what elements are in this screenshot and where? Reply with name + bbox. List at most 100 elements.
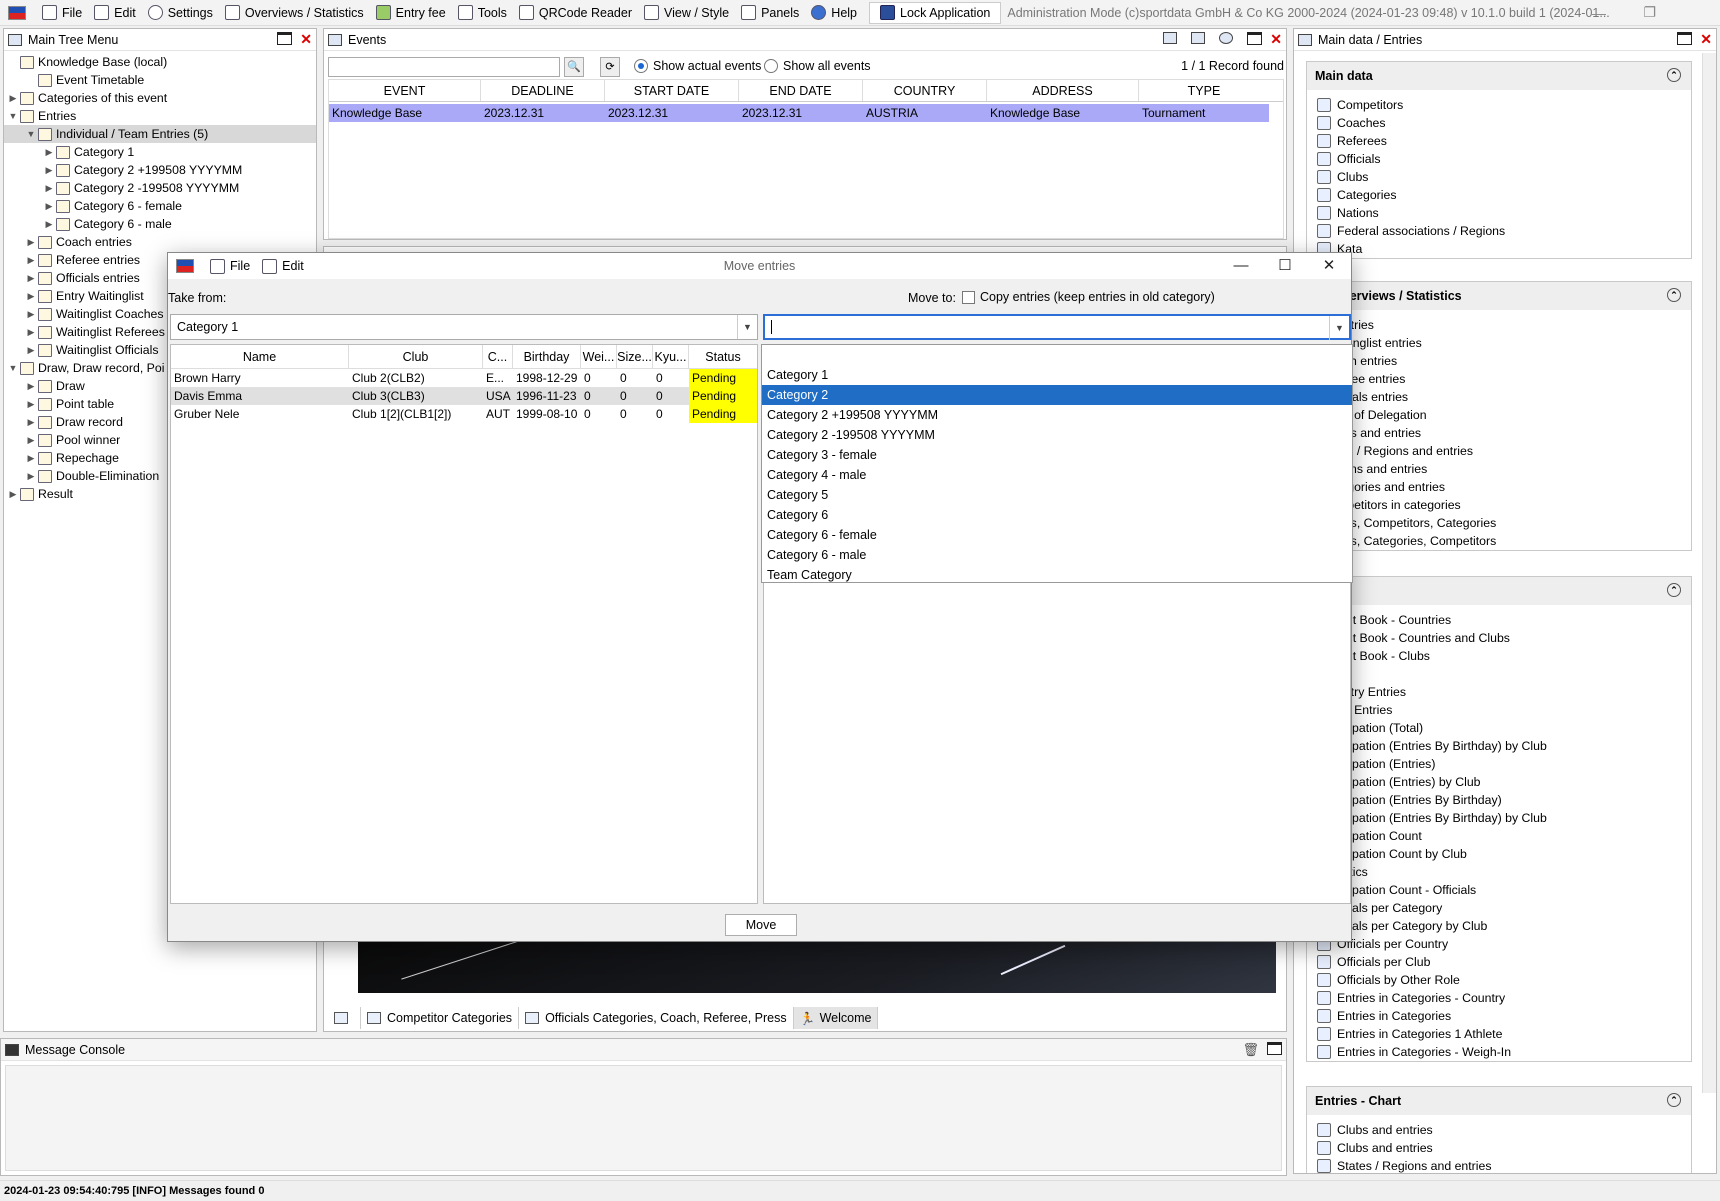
expand-right-icon[interactable]: ▶ [24,435,38,446]
section-item[interactable]: Kata [1317,240,1691,258]
section-item[interactable]: Coaches [1317,114,1691,132]
section-item[interactable]: States / Regions and entries [1317,1157,1691,1173]
take-from-select[interactable]: Category 1 ▼ [170,314,758,340]
expand-right-icon[interactable]: ▶ [24,345,38,356]
tree-item[interactable]: ▶ Category 1 [4,143,316,161]
dropdown-option[interactable]: Team Category [762,565,1352,585]
section-item[interactable]: untry Entries [1317,683,1691,701]
section-item[interactable]: Referees [1317,132,1691,150]
expand-right-icon[interactable]: ▶ [24,309,38,320]
table-row[interactable]: Davis Emma Club 3(CLB3) USA 1996-11-23 0 0 0 Pe… [171,387,757,405]
menu-entry-fee[interactable]: Entry fee [370,1,452,25]
section-item[interactable]: Entries in Categories [1317,1007,1691,1025]
dialog-close-icon[interactable]: ✕ [1307,253,1351,279]
section-item[interactable]: Nations [1317,204,1691,222]
section-item[interactable]: Competitors [1317,96,1691,114]
section-item[interactable]: sult Book - Countries [1317,611,1691,629]
col-kyu[interactable]: Kyu... [653,345,689,368]
col-name[interactable]: Name [171,345,349,368]
expand-right-icon[interactable]: ▶ [24,453,38,464]
col-address[interactable]: ADDRESS [987,80,1139,101]
move-button[interactable]: Move [725,914,797,936]
expand-right-icon[interactable]: ▶ [24,273,38,284]
tab-welcome[interactable]: 🏃 Welcome [793,1007,879,1029]
expand-right-icon[interactable]: ▶ [42,183,56,194]
search-icon[interactable]: 🔍 [564,57,584,77]
expand-right-icon[interactable]: ▶ [24,381,38,392]
section-item[interactable]: ticipation (Entries) [1317,755,1691,773]
col-size[interactable]: Size... [617,345,653,368]
section-item[interactable]: Officials [1317,150,1691,168]
dropdown-option[interactable]: Category 6 - male [762,545,1352,565]
chevron-down-icon[interactable]: ▼ [1329,316,1349,340]
section-item[interactable]: ub Entries [1317,701,1691,719]
dialog-minimize-icon[interactable]: — [1219,253,1263,279]
expand-right-icon[interactable]: ▶ [24,327,38,338]
maximize-panel-icon[interactable] [277,32,293,45]
expand-down-icon[interactable]: ▼ [6,363,20,373]
expand-right-icon[interactable]: ▶ [24,291,38,302]
expand-right-icon[interactable]: ▶ [42,219,56,230]
section-item[interactable]: ticipation (Entries By Birthday) by Club [1317,809,1691,827]
col-country[interactable]: C... [483,345,513,368]
section-header[interactable]: ts⌃ [1307,577,1691,605]
tree-item[interactable]: Knowledge Base (local) [4,53,316,71]
section-item[interactable]: tions and entries [1317,460,1691,478]
expand-right-icon[interactable]: ▶ [6,489,20,500]
dropdown-option[interactable]: Category 6 [762,505,1352,525]
menu-file[interactable]: File [36,1,88,25]
col-weight[interactable]: Wei... [581,345,617,368]
expand-right-icon[interactable]: ▶ [6,93,20,104]
section-header[interactable]: s - Overviews / Statistics ⌃ [1307,282,1691,310]
section-item[interactable]: Officials by Other Role [1317,971,1691,989]
tree-item[interactable]: ▶ Category 6 - female [4,197,316,215]
expand-right-icon[interactable]: ▶ [24,417,38,428]
menu-view-style[interactable]: View / Style [638,1,735,25]
section-item[interactable]: ficials entries [1317,388,1691,406]
section-item[interactable]: Entries in Categories - Weigh-In [1317,1043,1691,1061]
show-actual-events-radio[interactable]: Show actual events [634,59,761,73]
section-item[interactable]: ficials per Category [1317,899,1691,917]
col-country[interactable]: COUNTRY [863,80,987,101]
expand-right-icon[interactable]: ▶ [24,237,38,248]
col-end-date[interactable]: END DATE [739,80,863,101]
col-deadline[interactable]: DEADLINE [481,80,605,101]
expand-right-icon[interactable]: ▶ [42,165,56,176]
close-panel-icon[interactable]: ✕ [1700,32,1712,46]
col-event[interactable]: EVENT [329,80,481,101]
section-item[interactable]: Entries in Categories - Country [1317,989,1691,1007]
section-item[interactable]: ubs and entries [1317,424,1691,442]
section-item[interactable]: aitinglist entries [1317,334,1691,352]
section-item[interactable]: tegories and entries [1317,478,1691,496]
section-item[interactable]: ubs, Categories, Competitors [1317,532,1691,550]
menu-overviews[interactable]: Overviews / Statistics [219,1,370,25]
section-item[interactable]: Clubs [1317,168,1691,186]
section-item[interactable]: sult Book - Countries and Clubs [1317,629,1691,647]
section-item[interactable]: entries [1317,316,1691,334]
tree-item[interactable]: ▶ Coach entries [4,233,316,251]
col-club[interactable]: Club [349,345,483,368]
section-item[interactable]: Officials per Country [1317,935,1691,953]
section-item[interactable]: Officials per Club [1317,953,1691,971]
dialog-maximize-icon[interactable]: ☐ [1263,253,1307,279]
section-item[interactable]: ticipation (Entries By Birthday) by Club [1317,737,1691,755]
section-item[interactable]: ticipation Count by Club [1317,845,1691,863]
show-all-events-radio[interactable]: Show all events [764,59,871,73]
maximize-panel-icon[interactable] [1247,32,1263,45]
section-item[interactable]: ficials per Category by Club [1317,917,1691,935]
tree-item[interactable]: ▼ Individual / Team Entries (5) [4,125,316,143]
table-row[interactable]: Brown Harry Club 2(CLB2) E... 1998-12-29 0 0 0… [171,369,757,387]
section-item[interactable] [1317,665,1691,683]
menu-help[interactable]: Help [805,1,863,25]
menu-settings[interactable]: Settings [142,1,219,25]
section-item[interactable]: tes / Regions and entries [1317,442,1691,460]
tree-item[interactable]: ▶ Category 2 +199508 YYYYMM [4,161,316,179]
col-start-date[interactable]: START DATE [605,80,739,101]
section-item[interactable]: ach entries [1317,352,1691,370]
export-icon[interactable] [1163,32,1178,44]
tree-item[interactable]: ▶ Category 6 - male [4,215,316,233]
expand-right-icon[interactable]: ▶ [24,471,38,482]
maximize-panel-icon[interactable] [1677,32,1693,45]
minimize-icon[interactable]: — [1578,5,1620,21]
tab-officials-categories[interactable]: Officials Categories, Coach, Referee, Pr… [519,1007,794,1029]
